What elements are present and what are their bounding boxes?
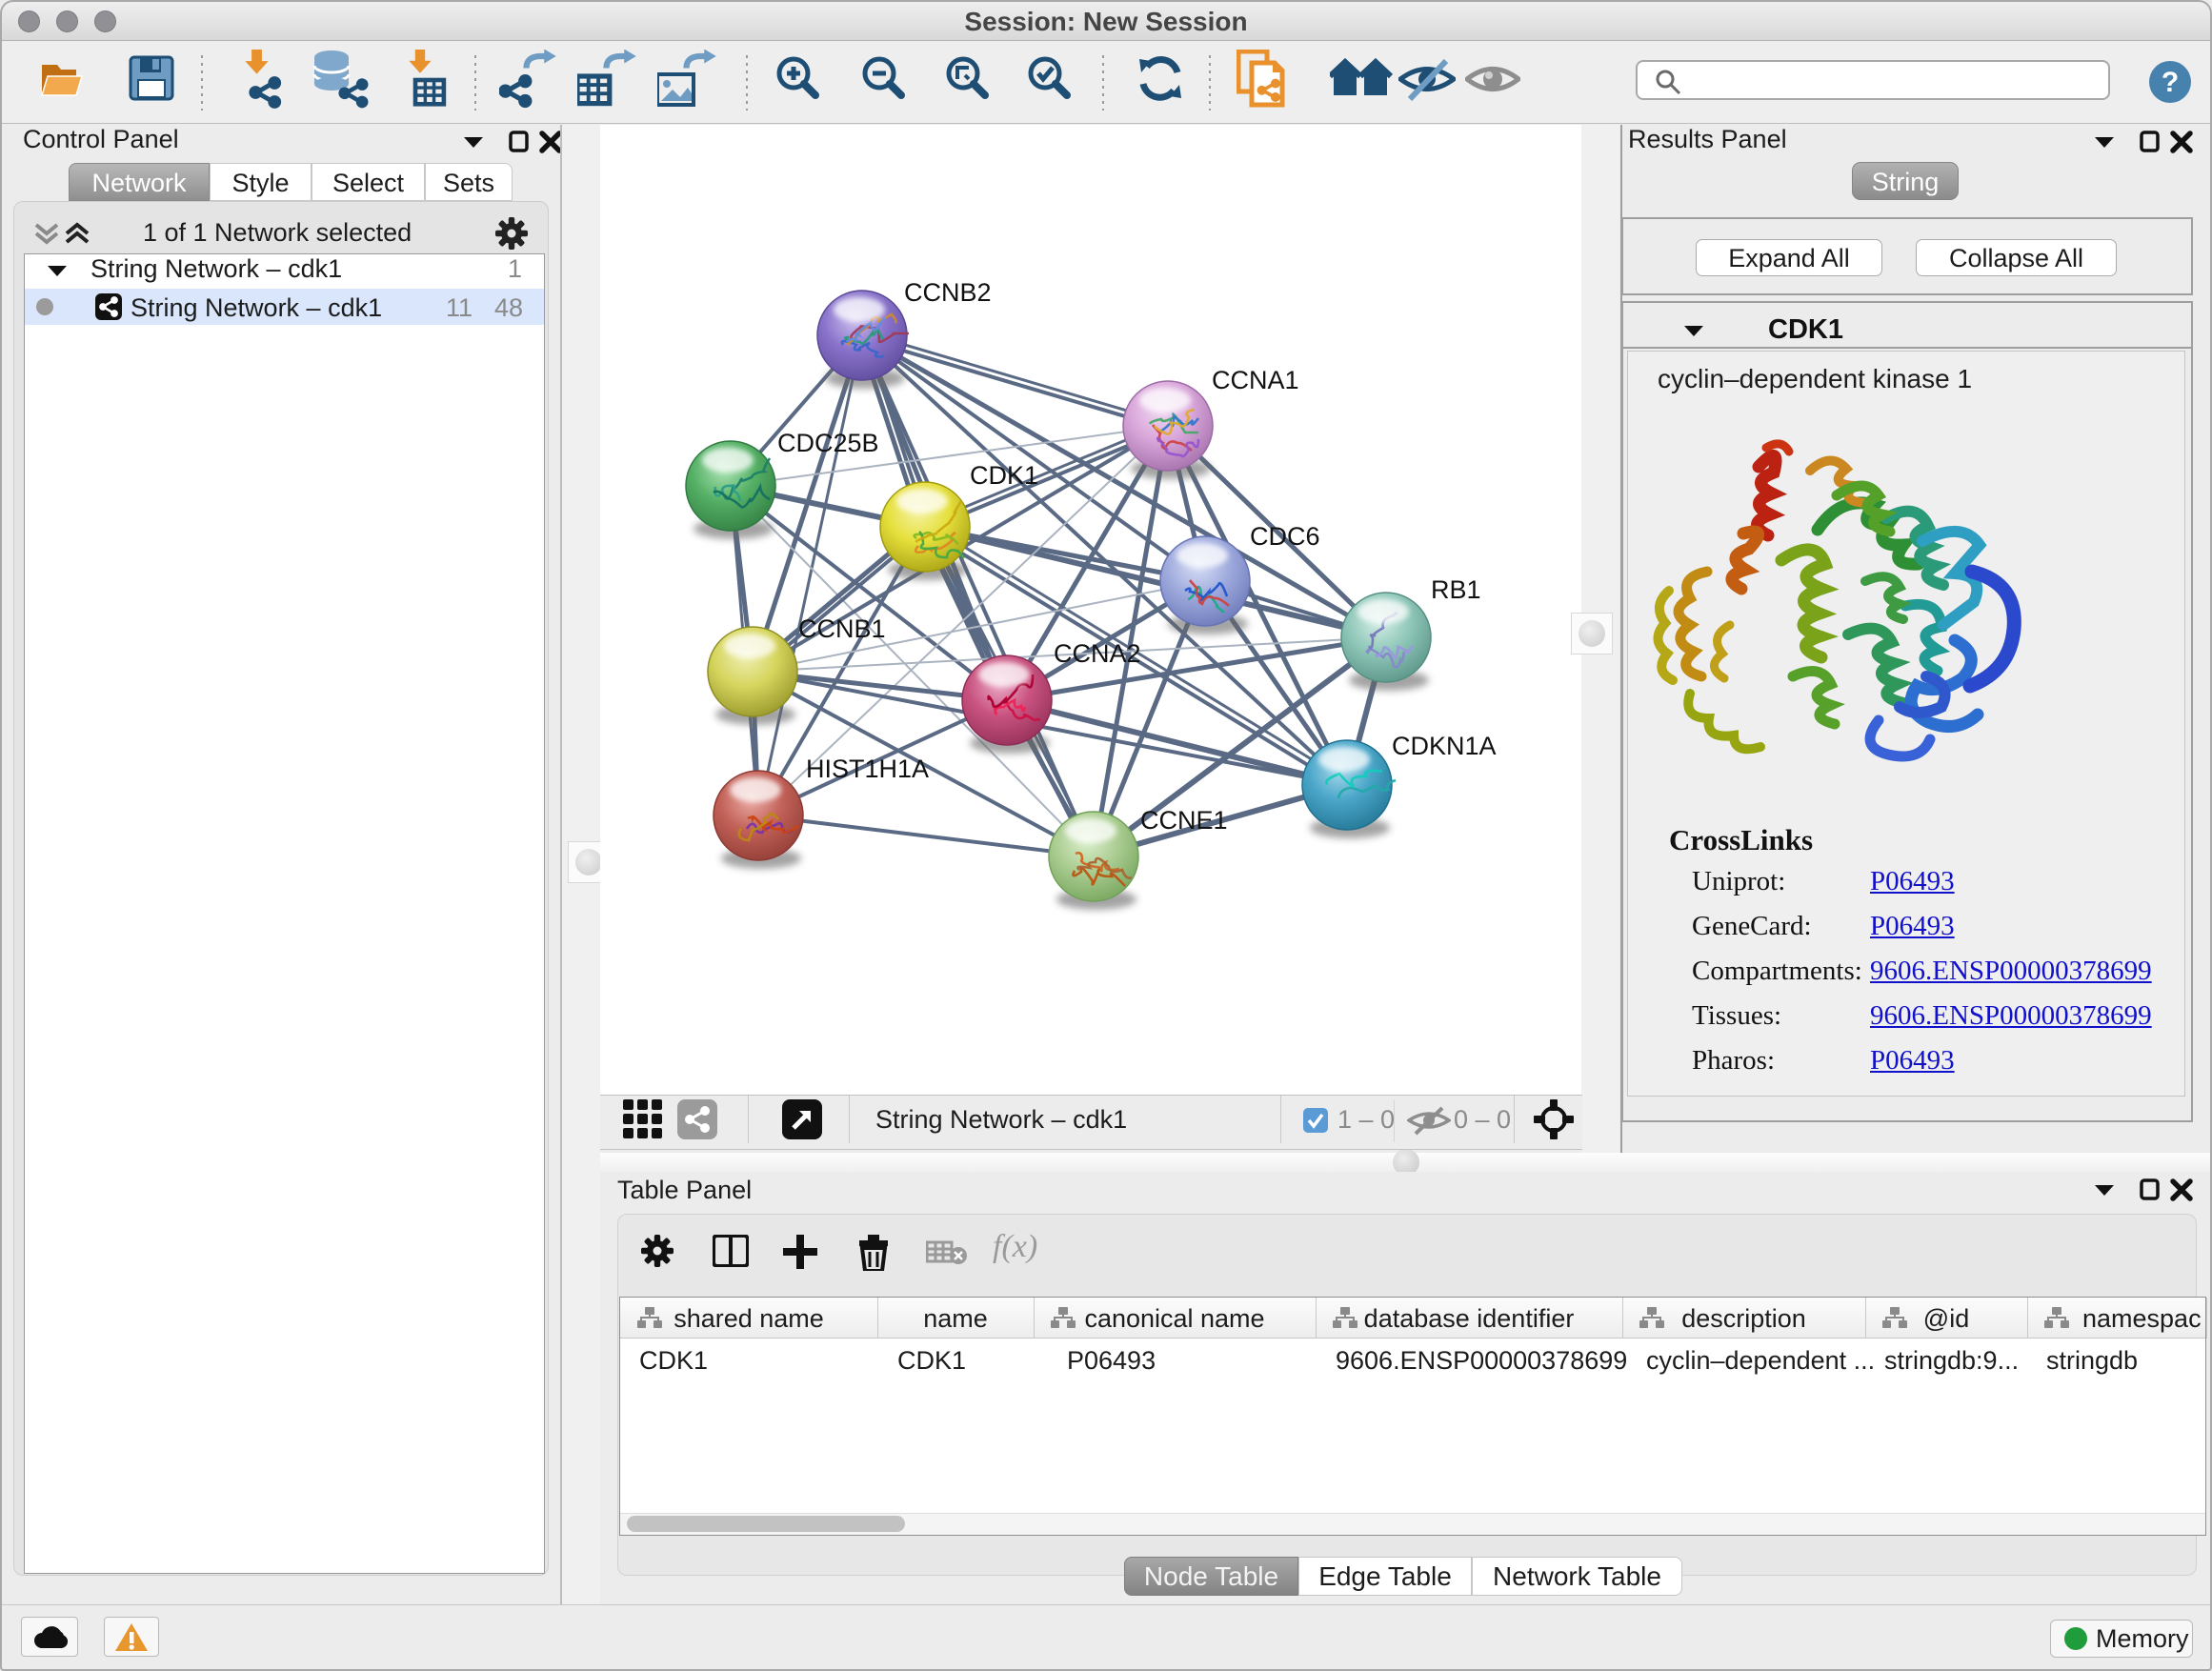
svg-text:CCNA1: CCNA1 (1212, 366, 1299, 394)
svg-text:CDC25B: CDC25B (777, 429, 879, 457)
svg-text:CCNB2: CCNB2 (904, 278, 992, 307)
svg-text:RB1: RB1 (1431, 575, 1481, 604)
svg-text:CCNE1: CCNE1 (1140, 806, 1228, 835)
svg-text:CDK1: CDK1 (970, 461, 1038, 490)
svg-text:CCNA2: CCNA2 (1054, 639, 1141, 668)
svg-text:?: ? (2162, 67, 2179, 98)
svg-text:CDKN1A: CDKN1A (1392, 732, 1497, 760)
svg-text:CCNB1: CCNB1 (798, 614, 886, 643)
svg-text:CDC6: CDC6 (1250, 522, 1320, 551)
svg-text:HIST1H1A: HIST1H1A (806, 755, 929, 783)
